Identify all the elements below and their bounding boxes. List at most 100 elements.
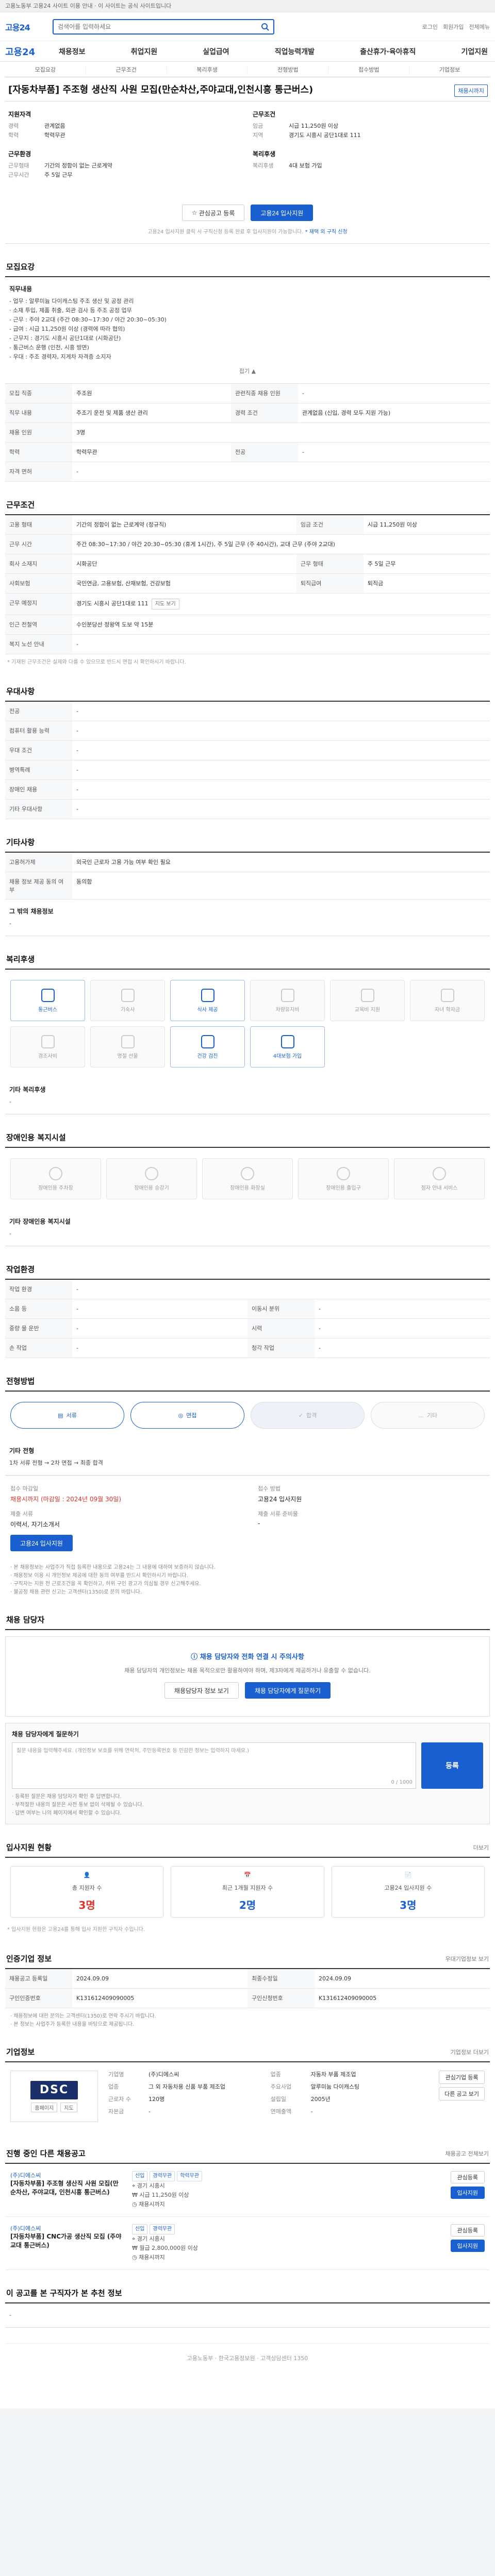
- homepage-link[interactable]: 홈페이지: [31, 2102, 58, 2112]
- wage-icon: ₩ 시급 11,250원 이상: [132, 2192, 189, 2198]
- related-scrap-button[interactable]: 관심등록: [450, 2224, 485, 2236]
- related-more-link[interactable]: 채용공고 전체보기: [446, 2149, 489, 2158]
- apply-button-secondary[interactable]: 고용24 입사지원: [10, 1535, 73, 1551]
- all-menu-link[interactable]: 전체메뉴: [469, 23, 490, 31]
- manage-more-link[interactable]: 우대기업정보 보기: [446, 1955, 489, 1963]
- related-job-title[interactable]: [자동차부품] 주조형 생산직 사원 모집(만순차산, 주야교대, 인천시흥 통…: [10, 2179, 124, 2197]
- tab-welfare[interactable]: 복리후생: [167, 65, 248, 74]
- parking-icon: [49, 1166, 62, 1180]
- related-job-title[interactable]: [자동차부품] CNC가공 생산직 모집 (주야교대 통근버스): [10, 2232, 124, 2250]
- prefer-table: 전공 - 컴퓨터 활용 능력 - 우대 조건 - 병역특례 - 장애인 채용 - 기타 우…: [5, 702, 490, 819]
- gnb-logo[interactable]: 고용24: [5, 45, 57, 58]
- selection-title: 전형방법: [5, 1371, 490, 1392]
- tab-recruit[interactable]: 모집요강: [5, 65, 86, 74]
- search-box: [53, 19, 274, 35]
- table-row: 손 작업 - 청각 작업 -: [5, 1338, 490, 1358]
- related-apply-button[interactable]: 입사지원: [450, 2240, 485, 2252]
- fold-button[interactable]: 접기 ▲: [9, 367, 486, 376]
- etc-table: 고용허가제 외국인 근로자 고용 가능 여부 확인 필요 채용 정보 제공 동의 …: [5, 853, 490, 900]
- gnb-item-training[interactable]: 직업능력개발: [273, 46, 317, 57]
- tab-company[interactable]: 기업정보: [409, 65, 490, 74]
- tab-selection[interactable]: 전형방법: [248, 65, 329, 74]
- search-input[interactable]: [58, 23, 261, 30]
- table-row: 고용 형태 기간의 정함이 없는 근로계약 (정규직) 임금 조건 시급 11,250…: [5, 515, 490, 535]
- ask-question-button[interactable]: 채용 담당자에게 질문하기: [244, 1682, 331, 1699]
- login-link[interactable]: 로그인: [422, 23, 438, 31]
- table-row: 채용 인원 3명: [5, 422, 490, 443]
- search-icon[interactable]: [261, 23, 269, 31]
- qa-notes: · 등록된 질문은 채용 담당자가 확인 후 답변합니다. · 부적절한 내용의…: [12, 1794, 144, 1816]
- job-title: [자동차부품] 주조형 생산직 사원 모집(만순차산,주야교대,인천시흥 통근버…: [8, 84, 314, 95]
- table-row: 채용 정보 제공 동의 여부 동의함: [5, 872, 490, 900]
- contact-warning-title: ⓘ 채용 담당자와 전화 연결 시 주의사항: [191, 1653, 304, 1661]
- disability-card: 장애인용 승강기: [106, 1158, 197, 1199]
- follow-company-button[interactable]: 관심기업 등록: [439, 2071, 485, 2084]
- tab-work-conditions[interactable]: 근무조건: [86, 65, 167, 74]
- related-apply-button[interactable]: 입사지원: [450, 2187, 485, 2199]
- stat-card: 👤 총 지원자 수 3명: [10, 1866, 164, 1918]
- company-details: 기업명 (주)디에스씨 업종 자동차 부품 제조업 업종 그 외 자동차용 신품 부품 …: [108, 2071, 360, 2115]
- other-jobs-button[interactable]: 다른 공고 보기: [439, 2087, 485, 2100]
- deadline-badge: 채용시까지: [454, 84, 488, 97]
- disability-card: 점자 안내 서비스: [394, 1158, 485, 1199]
- etc-icon: …: [418, 1412, 424, 1419]
- etc-section: 기타사항 고용허가제 외국인 근로자 고용 가능 여부 확인 필요 채용 정보 제…: [5, 833, 490, 936]
- list-item[interactable]: (주)디에스씨 [자동차부품] 주조형 생산직 사원 모집(만순차산, 주야교대…: [5, 2164, 490, 2217]
- job-description-list: - 업무 : 알루미늄 다이캐스팅 주조 생산 및 공정 관리 · 소재 투입,…: [9, 298, 167, 360]
- header: 고용24 로그인 회원가입 전체메뉴: [0, 12, 495, 41]
- contact-buttons: 채용담당자 정보 보기 채용 담당자에게 질문하기: [16, 1675, 479, 1702]
- restroom-icon: [241, 1166, 254, 1180]
- list-item[interactable]: (주)디에스씨 [자동차부품] CNC가공 생산직 모집 (주야교대 통근버스)…: [5, 2217, 490, 2270]
- summary-conditions: 근무조건 임금 시급 11,250원 이상 지역 경기도 시흥시 공단1대로 111: [253, 111, 361, 139]
- apply-notice: 고용24 입사지원 클릭 시 구직신청 등록 완료 후 입사지원이 가능합니다.…: [5, 224, 490, 244]
- disability-card: 장애인용 주차장: [10, 1158, 101, 1199]
- map-button[interactable]: 지도 보기: [151, 599, 179, 609]
- scrap-button[interactable]: ☆ 관심공고 등록: [182, 205, 245, 221]
- table-row: 병역특례 -: [5, 760, 490, 780]
- gnb-item-employment-support[interactable]: 취업지원: [129, 46, 160, 57]
- recommend-value: -: [5, 2303, 490, 2328]
- calendar-icon: 📅: [244, 1872, 251, 1878]
- job-action-buttons: ☆ 관심공고 등록 고용24 입사지원: [5, 197, 490, 224]
- page: 고용노동부 고용24 사이트 이용 안내 · 이 사이트는 공식 사이트입니다 …: [0, 0, 495, 2409]
- table-row: 모집 직종 주조원 관련직종 채용 인원 -: [5, 384, 490, 403]
- apply-notice-link[interactable]: * 재택 외 구직 신청: [305, 229, 348, 235]
- table-row: 장애인 채용 -: [5, 779, 490, 800]
- stats-cards: 👤 총 지원자 수 3명 📅 최근 1개월 지원자 수 2명 📄 고용24 입사지원 수3…: [5, 1858, 490, 1922]
- tab-application[interactable]: 접수방법: [328, 65, 410, 74]
- disability-grid: 장애인용 주차장 장애인용 승강기 장애인용 화장실 장애인용 출입구 점자 안…: [5, 1148, 490, 1210]
- document-icon: ▤: [58, 1412, 63, 1419]
- qa-submit-button[interactable]: 등록: [421, 1742, 483, 1789]
- welfare-card: 통근버스: [10, 980, 85, 1021]
- summary-welfare: 복리후생 복리후생 4대 보험 가입: [253, 150, 322, 169]
- work-note: * 기재된 근무조건은 실제와 다를 수 있으므로 반드시 면접 시 확인하시기…: [7, 659, 186, 665]
- gnb-item-parental-leave[interactable]: 출산휴가·육아휴직: [358, 46, 418, 57]
- application-info: 접수 마감일 채용시까지 (마감일 : 2024년 09월 30일) 제출 서류…: [5, 1476, 490, 1560]
- company-map-link[interactable]: 지도: [60, 2102, 77, 2112]
- deadline-value: 채용시까지 (마감일 : 2024년 09월 30일): [10, 1496, 121, 1503]
- table-row: 소음 등 - 이동시 분위 -: [5, 1299, 490, 1319]
- gnb-item-jobs[interactable]: 채용정보: [57, 46, 88, 57]
- stats-more-link[interactable]: 더보기: [473, 1843, 489, 1852]
- car-icon: [280, 988, 294, 1002]
- table-row: 자격 면허 -: [5, 462, 490, 482]
- company-more-link[interactable]: 기업정보 더보기: [451, 2048, 489, 2056]
- signup-link[interactable]: 회원가입: [443, 23, 464, 31]
- apply-button[interactable]: 고용24 입사지원: [251, 205, 314, 221]
- contact-info-button[interactable]: 채용담당자 정보 보기: [164, 1682, 239, 1699]
- welfare-card: 식사 제공: [170, 980, 245, 1021]
- manage-title: 인증기업 정보 우대기업정보 보기: [5, 1949, 490, 1969]
- table-row: 중량 물 운반 - 시력 -: [5, 1318, 490, 1338]
- related-scrap-button[interactable]: 관심등록: [450, 2171, 485, 2183]
- table-row: 채용공고 등록일 2024.09.09 최종수정일 2024.09.09: [5, 1969, 490, 1989]
- qa-textarea[interactable]: 질문 내용을 입력해주세요. (개인정보 보호를 위해 연락처, 주민등록번호 …: [12, 1742, 416, 1789]
- table-row: 복지 노선 안내 -: [5, 634, 490, 654]
- elevator-icon: [145, 1166, 158, 1180]
- workplace-table: 작업 환경 - 소음 등 - 이동시 분위 - 중량 물 운반 - 시력 - 손 작업 - 청각 …: [5, 1280, 490, 1358]
- braille-icon: [433, 1166, 446, 1180]
- disability-card: 장애인용 화장실: [202, 1158, 293, 1199]
- brand-logo[interactable]: 고용24: [5, 20, 53, 34]
- etc-title: 기타사항: [5, 833, 490, 853]
- gnb-item-unemployment-benefit[interactable]: 실업급여: [201, 46, 232, 57]
- gnb-item-company-support[interactable]: 기업지원: [459, 46, 490, 57]
